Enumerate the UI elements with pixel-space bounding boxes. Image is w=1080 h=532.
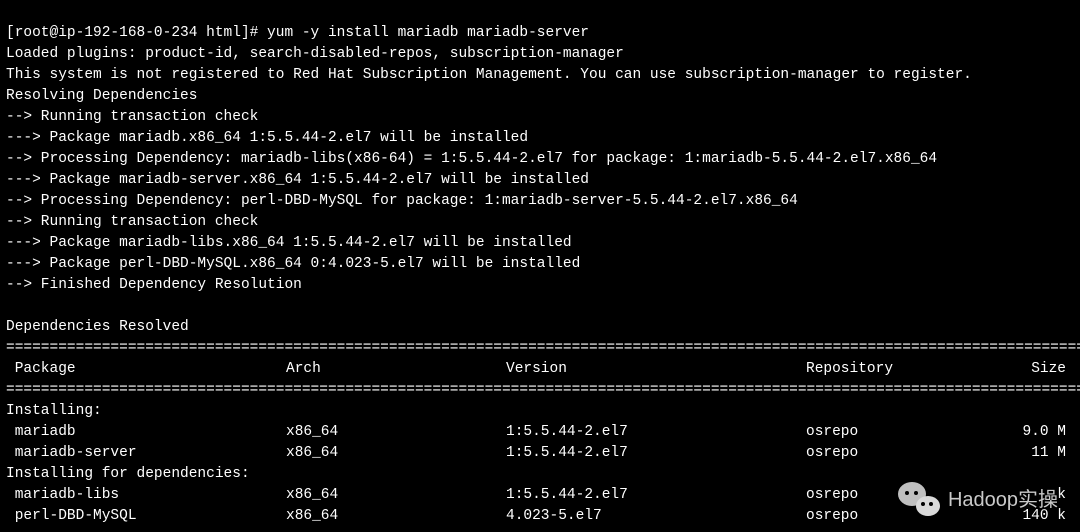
cell-repository: osrepo bbox=[806, 443, 996, 464]
cell-arch: x86_64 bbox=[286, 506, 506, 527]
command-text: yum -y install mariadb mariadb-server bbox=[267, 25, 589, 41]
col-header-version: Version bbox=[506, 359, 806, 380]
cell-size: 11 M bbox=[996, 443, 1066, 464]
cell-version: 1:5.5.44-2.el7 bbox=[506, 443, 806, 464]
terminal-output: [root@ip-192-168-0-234 html]# yum -y ins… bbox=[0, 0, 1080, 529]
cell-package: mariadb-libs bbox=[6, 485, 286, 506]
cell-package: perl-DBD-MySQL bbox=[6, 506, 286, 527]
cell-version: 4.023-5.el7 bbox=[506, 506, 806, 527]
section-title: Installing: bbox=[6, 401, 1074, 422]
watermark: Hadoop实操 bbox=[898, 482, 1058, 518]
cell-package: mariadb bbox=[6, 422, 286, 443]
divider-bottom: ========================================… bbox=[6, 382, 1080, 398]
cell-version: 1:5.5.44-2.el7 bbox=[506, 422, 806, 443]
cell-arch: x86_64 bbox=[286, 443, 506, 464]
col-header-repository: Repository bbox=[806, 359, 996, 380]
table-row: mariadbx86_641:5.5.44-2.el7osrepo9.0 M bbox=[6, 422, 1074, 443]
cell-arch: x86_64 bbox=[286, 485, 506, 506]
col-header-arch: Arch bbox=[286, 359, 506, 380]
col-header-size: Size bbox=[996, 359, 1066, 380]
watermark-text: Hadoop实操 bbox=[948, 490, 1058, 511]
shell-prompt: [root@ip-192-168-0-234 html]# yum -y ins… bbox=[6, 25, 589, 41]
table-header-row: PackageArchVersionRepositorySize bbox=[6, 359, 1074, 380]
wechat-icon bbox=[898, 482, 940, 518]
cell-arch: x86_64 bbox=[286, 422, 506, 443]
cell-size: 9.0 M bbox=[996, 422, 1066, 443]
divider-top: ========================================… bbox=[6, 340, 1080, 356]
cell-version: 1:5.5.44-2.el7 bbox=[506, 485, 806, 506]
table-row: mariadb-serverx86_641:5.5.44-2.el7osrepo… bbox=[6, 443, 1074, 464]
col-header-package: Package bbox=[6, 359, 286, 380]
cell-package: mariadb-server bbox=[6, 443, 286, 464]
cell-repository: osrepo bbox=[806, 422, 996, 443]
